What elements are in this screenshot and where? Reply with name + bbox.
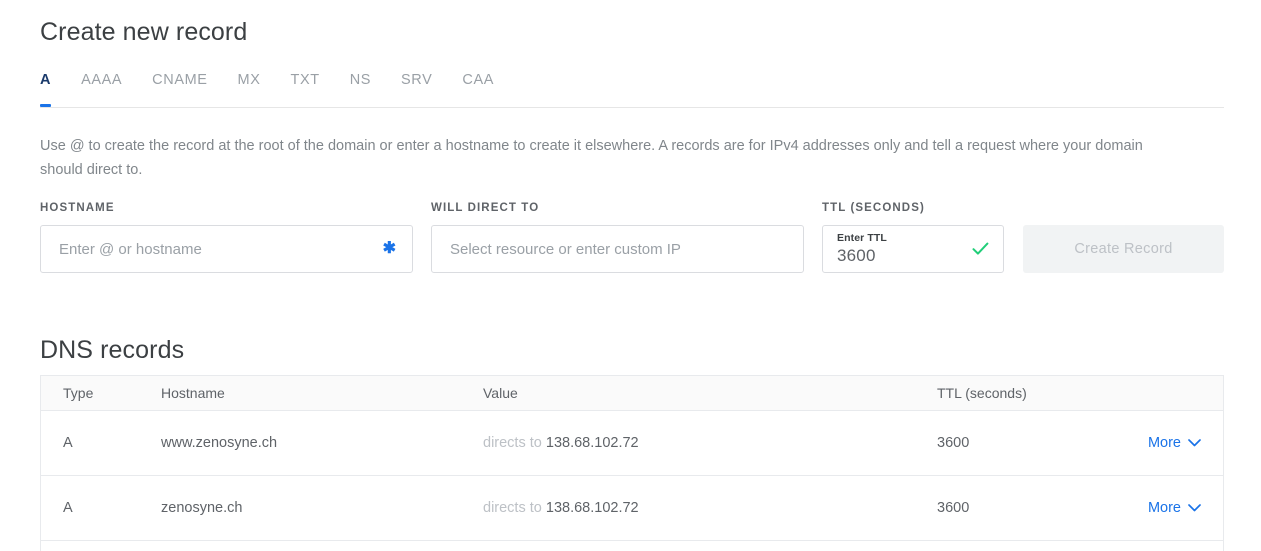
- record-type-tabs: A AAAA CNAME MX TXT NS SRV CAA: [40, 70, 1224, 108]
- ttl-label: TTL (SECONDS): [822, 202, 925, 214]
- tab-ns[interactable]: NS: [350, 70, 371, 106]
- more-button[interactable]: More: [1148, 500, 1201, 516]
- chevron-down-icon: [1188, 500, 1201, 516]
- ttl-floating-label: Enter TTL: [837, 232, 887, 244]
- more-button[interactable]: More: [1148, 435, 1201, 451]
- create-record-button[interactable]: Create Record: [1023, 225, 1224, 273]
- table-row: A zenosyne.ch directs to 138.68.102.72 3…: [41, 476, 1223, 541]
- tab-a[interactable]: A: [40, 70, 52, 107]
- record-value-prefix: directs to: [483, 435, 542, 451]
- chevron-down-icon: [1188, 435, 1201, 451]
- dns-management-page: Create new record A AAAA CNAME MX TXT NS…: [0, 0, 1261, 551]
- required-asterisk-icon: ✱: [382, 240, 396, 257]
- column-header-ttl: TTL (seconds): [937, 385, 1027, 401]
- column-header-hostname: Hostname: [161, 385, 225, 401]
- column-header-value: Value: [483, 385, 518, 401]
- table-row: [41, 541, 1223, 551]
- will-direct-to-label: WILL DIRECT TO: [431, 202, 540, 214]
- record-type: A: [63, 500, 73, 516]
- record-type-description: Use @ to create the record at the root o…: [40, 138, 1143, 178]
- table-header-row: Type Hostname Value TTL (seconds): [41, 376, 1223, 411]
- tab-caa[interactable]: CAA: [462, 70, 494, 106]
- dns-records-table: Type Hostname Value TTL (seconds) A www.…: [40, 375, 1224, 551]
- table-row: A www.zenosyne.ch directs to 138.68.102.…: [41, 411, 1223, 476]
- page-title: Create new record: [40, 18, 248, 46]
- record-ttl: 3600: [937, 500, 970, 516]
- record-type: A: [63, 435, 73, 451]
- more-label: More: [1147, 500, 1181, 516]
- record-value-ip: 138.68.102.72: [545, 500, 639, 516]
- record-ttl: 3600: [937, 435, 970, 451]
- hostname-placeholder: Enter @ or hostname: [59, 240, 202, 258]
- ttl-value: 3600: [837, 246, 876, 265]
- ttl-input[interactable]: Enter TTL 3600: [822, 225, 1004, 273]
- tab-srv[interactable]: SRV: [401, 70, 432, 106]
- hostname-input[interactable]: Enter @ or hostname ✱: [40, 225, 413, 273]
- record-hostname: zenosyne.ch: [161, 500, 243, 516]
- hostname-label: HOSTNAME: [40, 202, 115, 214]
- tab-cname[interactable]: CNAME: [152, 70, 207, 106]
- record-value: directs to 138.68.102.72: [483, 435, 937, 451]
- tab-mx[interactable]: MX: [238, 70, 261, 106]
- record-hostname: www.zenosyne.ch: [161, 435, 278, 451]
- tab-txt[interactable]: TXT: [291, 70, 320, 106]
- will-direct-to-input[interactable]: Select resource or enter custom IP: [431, 225, 804, 273]
- tab-aaaa[interactable]: AAAA: [81, 70, 122, 106]
- record-value: directs to 138.68.102.72: [483, 500, 937, 516]
- will-direct-to-placeholder: Select resource or enter custom IP: [450, 240, 681, 258]
- record-actions: More: [1117, 435, 1223, 451]
- checkmark-icon: [972, 242, 1003, 256]
- record-actions: More: [1117, 500, 1223, 516]
- record-value-prefix: directs to: [483, 500, 542, 516]
- column-header-type: Type: [63, 385, 94, 401]
- more-label: More: [1147, 435, 1181, 451]
- ttl-input-content: Enter TTL 3600: [823, 232, 972, 266]
- dns-records-title: DNS records: [40, 336, 185, 364]
- record-value-ip: 138.68.102.72: [545, 435, 639, 451]
